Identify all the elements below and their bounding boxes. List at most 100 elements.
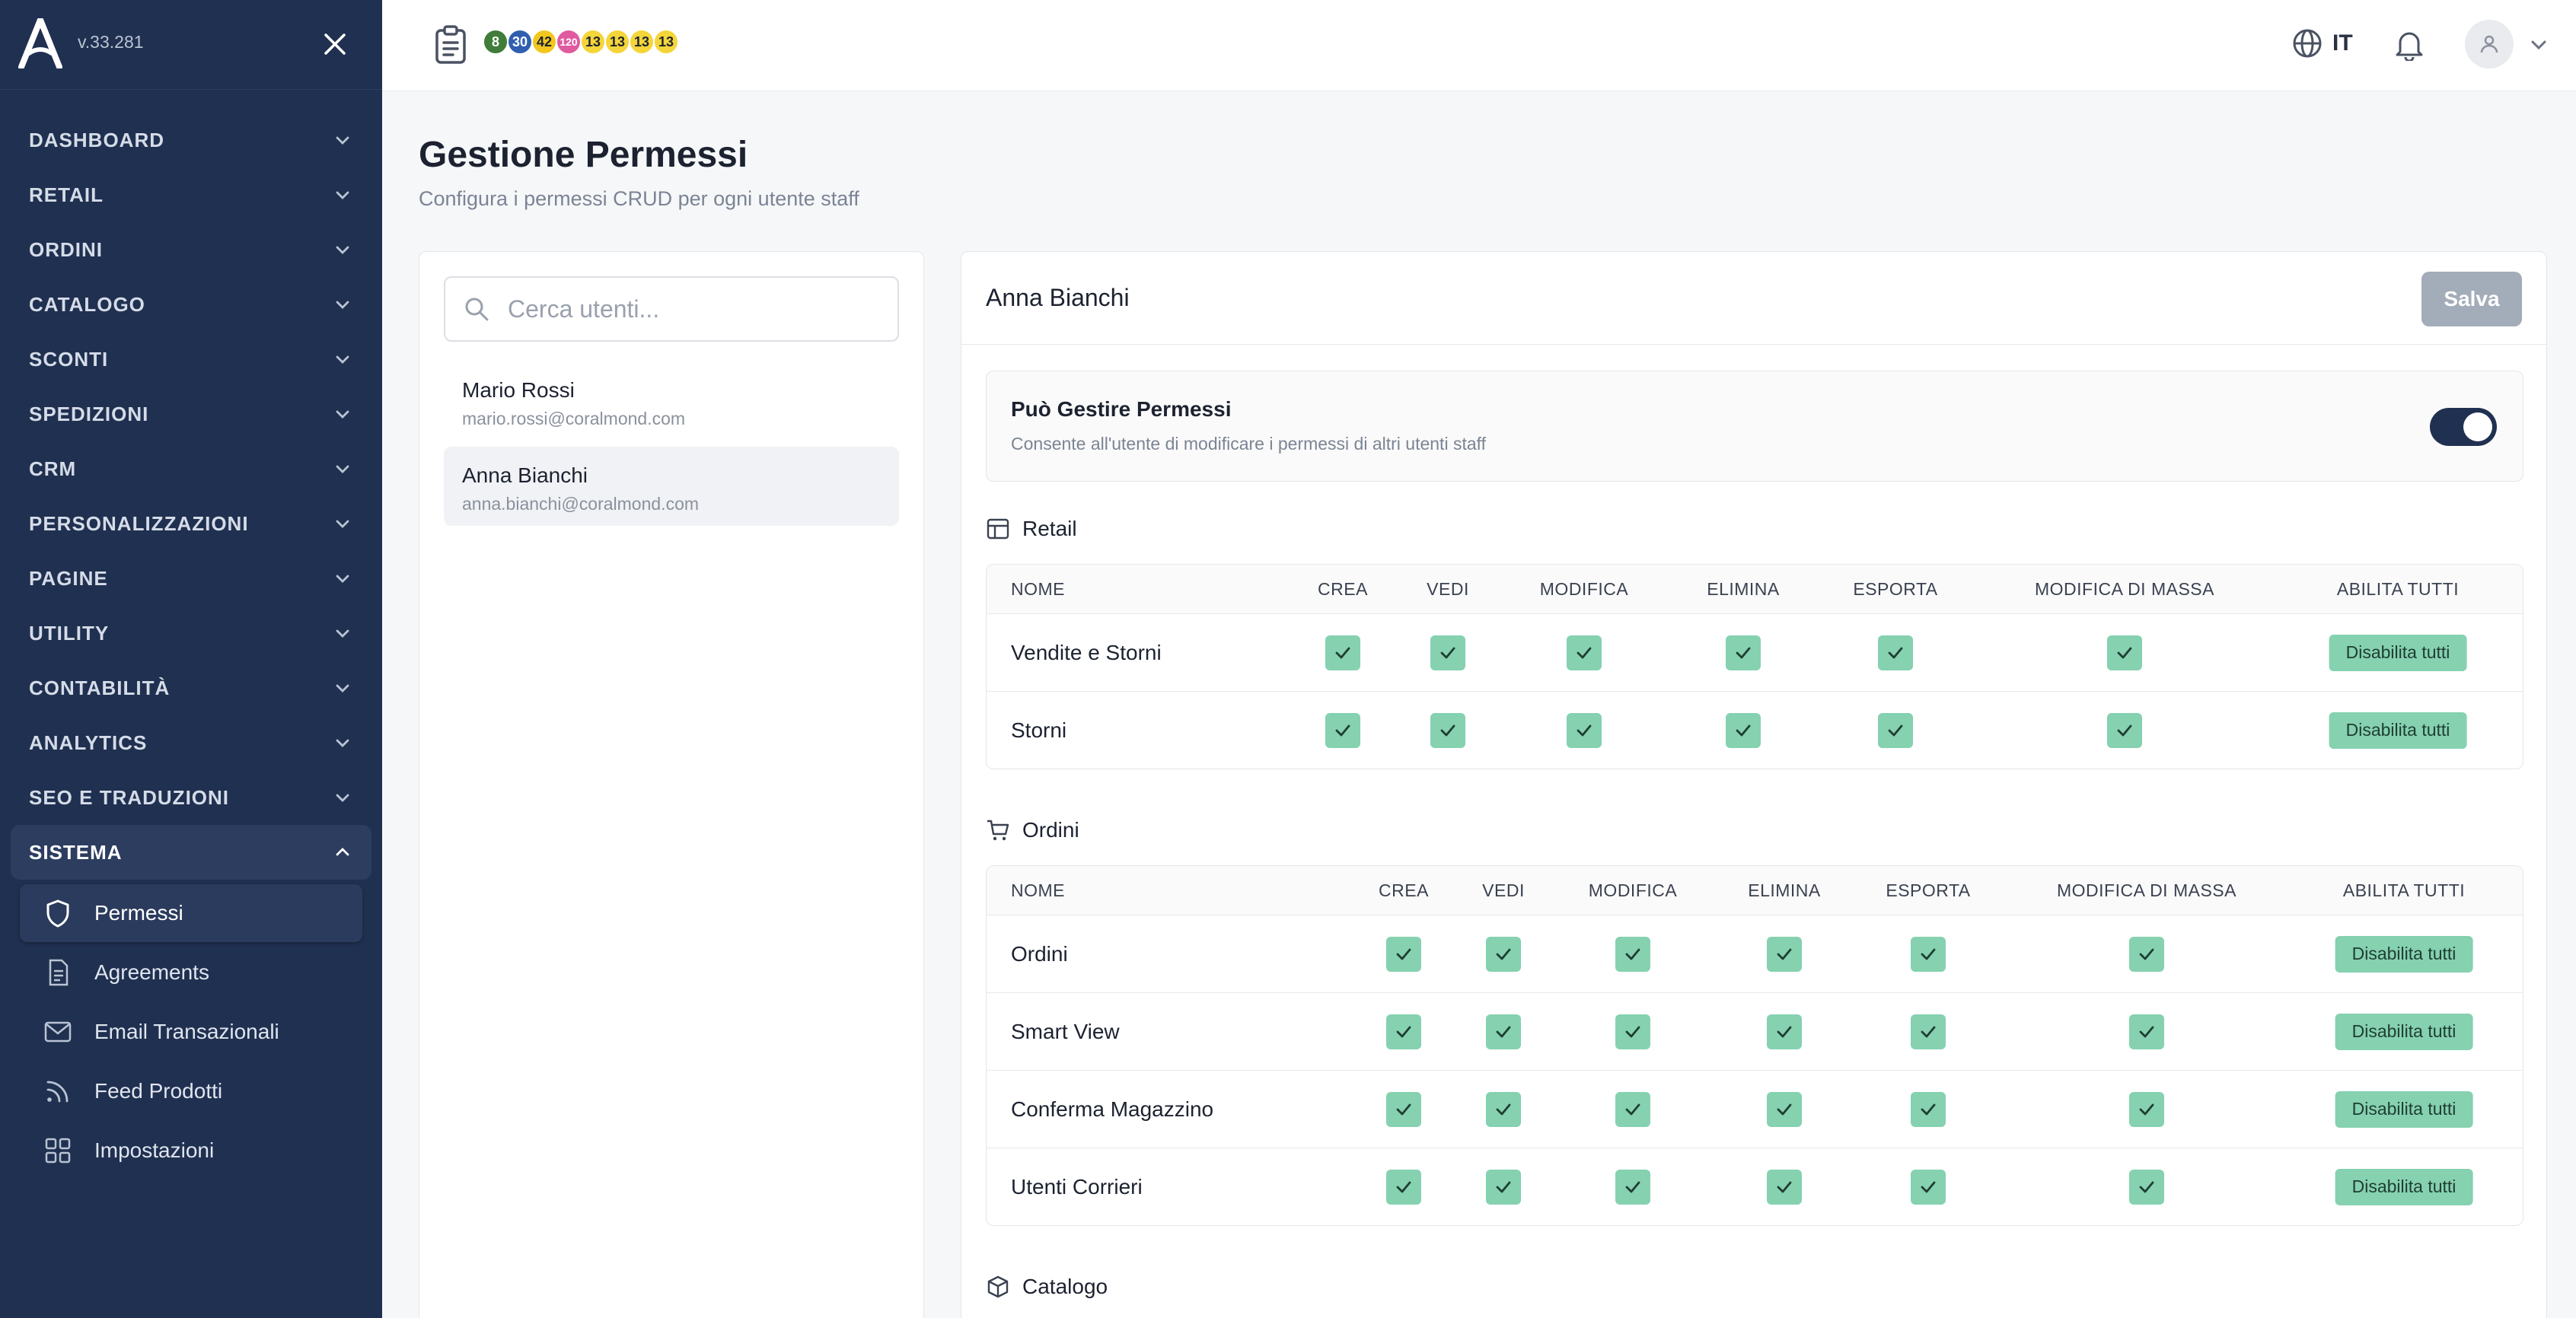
sidebar-subitem-impostazioni[interactable]: Impostazioni: [20, 1122, 362, 1180]
permission-checkbox[interactable]: [1726, 635, 1761, 670]
permission-checkbox[interactable]: [1386, 1014, 1421, 1049]
sidebar-item-sistema[interactable]: SISTEMA: [11, 825, 371, 880]
permission-cell: [1615, 1071, 1650, 1148]
check-icon: [1496, 948, 1511, 960]
sidebar-item-ordini[interactable]: ORDINI: [11, 222, 371, 277]
sidebar-item-contabilità[interactable]: CONTABILITÀ: [11, 661, 371, 715]
count-badge[interactable]: 13: [653, 29, 679, 55]
permission-checkbox[interactable]: [2107, 712, 2142, 748]
permission-checkbox[interactable]: [1767, 1014, 1802, 1049]
permission-checkbox[interactable]: [1386, 936, 1421, 972]
permission-checkbox[interactable]: [1615, 1169, 1650, 1205]
permission-checkbox[interactable]: [1878, 712, 1913, 748]
permission-checkbox[interactable]: [1325, 712, 1360, 748]
bell-icon[interactable]: [2393, 27, 2425, 61]
sidebar-item-retail[interactable]: RETAIL: [11, 167, 371, 222]
search-input[interactable]: [508, 294, 873, 323]
permission-checkbox[interactable]: [2107, 635, 2142, 670]
sidebar-item-crm[interactable]: CRM: [11, 441, 371, 496]
permission-checkbox[interactable]: [1767, 1169, 1802, 1205]
sidebar-item-seo-e-traduzioni[interactable]: SEO E TRADUZIONI: [11, 770, 371, 825]
check-icon: [1625, 1103, 1640, 1115]
disable-all-button[interactable]: Disabilita tutti: [2335, 1090, 2473, 1128]
permission-checkbox[interactable]: [1325, 635, 1360, 670]
permission-name: Storni: [1011, 718, 1067, 742]
check-icon: [2139, 948, 2154, 960]
column-header: VEDI: [1427, 578, 1469, 599]
count-badge[interactable]: 8: [483, 29, 509, 55]
sidebar-item-utility[interactable]: UTILITY: [11, 606, 371, 661]
user-list-item[interactable]: Anna Bianchi anna.bianchi@coralmond.com: [444, 447, 899, 526]
sidebar-item-analytics[interactable]: ANALYTICS: [11, 715, 371, 770]
permission-checkbox[interactable]: [2129, 1091, 2164, 1127]
permission-checkbox[interactable]: [1430, 635, 1465, 670]
sidebar-subitem-agreements[interactable]: Agreements: [20, 944, 362, 1001]
permission-cell: [1325, 692, 1360, 769]
permission-checkbox[interactable]: [1767, 1091, 1802, 1127]
permission-checkbox[interactable]: [1726, 712, 1761, 748]
permission-checkbox[interactable]: [1486, 1014, 1521, 1049]
avatar[interactable]: [2465, 20, 2514, 68]
language-switcher[interactable]: IT: [2291, 27, 2353, 59]
table-row: Ordini Disabilita tutti: [987, 915, 2523, 992]
permission-checkbox[interactable]: [2129, 936, 2164, 972]
permission-checkbox[interactable]: [1486, 1091, 1521, 1127]
permission-checkbox[interactable]: [1767, 936, 1802, 972]
count-badge[interactable]: 13: [629, 29, 655, 55]
sidebar-subitem-permessi[interactable]: Permessi: [20, 884, 362, 942]
permission-cell: [2129, 1148, 2164, 1225]
user-list-item[interactable]: Mario Rossi mario.rossi@coralmond.com: [444, 361, 899, 441]
table-row: Conferma Magazzino Disabilita tutti: [987, 1070, 2523, 1148]
permission-cell: [1486, 993, 1521, 1070]
sidebar-item-spedizioni[interactable]: SPEDIZIONI: [11, 387, 371, 441]
permission-checkbox[interactable]: [1615, 936, 1650, 972]
count-badge[interactable]: 120: [556, 29, 582, 55]
permission-cell: [1486, 915, 1521, 992]
count-badge[interactable]: 30: [507, 29, 533, 55]
close-sidebar-icon[interactable]: [320, 29, 350, 59]
permission-checkbox[interactable]: [1911, 1091, 1946, 1127]
toggle-all-cell: Disabilita tutti: [2329, 692, 2467, 769]
save-button[interactable]: Salva: [2421, 272, 2522, 326]
permission-checkbox[interactable]: [1615, 1091, 1650, 1127]
permission-checkbox[interactable]: [1386, 1091, 1421, 1127]
permission-checkbox[interactable]: [1615, 1014, 1650, 1049]
sidebar-subitem-email-transazionali[interactable]: Email Transazionali: [20, 1003, 362, 1061]
chevron-down-icon[interactable]: [2529, 35, 2549, 55]
permission-checkbox[interactable]: [1567, 712, 1602, 748]
sidebar-item-dashboard[interactable]: DASHBOARD: [11, 113, 371, 167]
sidebar-subitem-feed-prodotti[interactable]: Feed Prodotti: [20, 1062, 362, 1120]
permission-checkbox[interactable]: [1486, 1169, 1521, 1205]
permission-checkbox[interactable]: [2129, 1169, 2164, 1205]
check-icon: [1777, 948, 1792, 960]
permission-checkbox[interactable]: [1386, 1169, 1421, 1205]
count-badge[interactable]: 42: [531, 29, 557, 55]
disable-all-button[interactable]: Disabilita tutti: [2329, 712, 2467, 749]
user-name: Mario Rossi: [462, 378, 575, 402]
sidebar-item-catalogo[interactable]: CATALOGO: [11, 277, 371, 332]
permission-checkbox[interactable]: [1911, 936, 1946, 972]
disable-all-button[interactable]: Disabilita tutti: [2329, 634, 2467, 671]
permission-checkbox[interactable]: [1878, 635, 1913, 670]
sidebar-item-sconti[interactable]: SCONTI: [11, 332, 371, 387]
sidebar-item-personalizzazioni[interactable]: PERSONALIZZAZIONI: [11, 496, 371, 551]
count-badge[interactable]: 13: [580, 29, 606, 55]
disable-all-button[interactable]: Disabilita tutti: [2335, 935, 2473, 973]
count-badge[interactable]: 13: [604, 29, 630, 55]
column-header: MODIFICA DI MASSA: [2057, 880, 2236, 900]
manage-permissions-card: Può Gestire Permessi Consente all'utente…: [986, 371, 2523, 482]
permission-checkbox[interactable]: [1911, 1169, 1946, 1205]
sidebar-item-label: CATALOGO: [29, 292, 145, 316]
sidebar-subitem-label: Impostazioni: [94, 1138, 215, 1162]
permission-checkbox[interactable]: [2129, 1014, 2164, 1049]
sidebar-item-pagine[interactable]: PAGINE: [11, 551, 371, 606]
permission-checkbox[interactable]: [1486, 936, 1521, 972]
disable-all-button[interactable]: Disabilita tutti: [2335, 1013, 2473, 1050]
permission-checkbox[interactable]: [1430, 712, 1465, 748]
permission-checkbox[interactable]: [1911, 1014, 1946, 1049]
manage-permissions-toggle[interactable]: [2430, 408, 2497, 446]
disable-all-button[interactable]: Disabilita tutti: [2335, 1168, 2473, 1205]
chevron-up-icon: [336, 848, 349, 856]
clipboard-icon[interactable]: [432, 24, 469, 65]
permission-checkbox[interactable]: [1567, 635, 1602, 670]
